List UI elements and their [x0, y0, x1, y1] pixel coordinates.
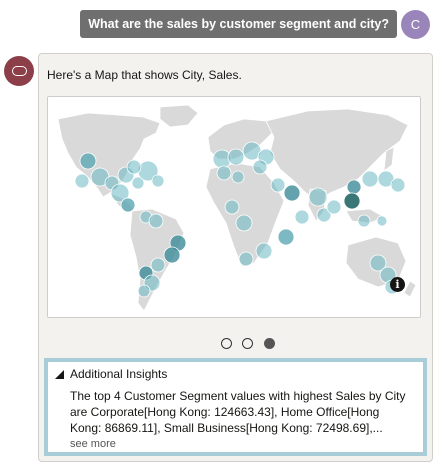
oracle-ring-icon [12, 66, 27, 76]
user-message-row: What are the sales by customer segment a… [0, 10, 438, 40]
insights-toggle[interactable]: Additional Insights [55, 367, 167, 381]
additional-insights-panel: Additional Insights The top 4 Customer S… [44, 358, 427, 456]
info-icon[interactable]: i [390, 277, 405, 292]
insights-text: The top 4 Customer Segment values with h… [70, 389, 406, 435]
user-question: What are the sales by customer segment a… [80, 10, 397, 38]
bot-avatar [4, 56, 34, 86]
world-map-svg [57, 104, 417, 312]
collapse-triangle-icon [55, 370, 64, 379]
carousel-dot-3[interactable] [263, 338, 275, 349]
carousel-dot-2[interactable] [242, 338, 254, 349]
bot-response-card: Here's a Map that shows City, Sales. i A… [38, 53, 433, 462]
see-more-link[interactable]: see more [70, 438, 116, 450]
bubble-map[interactable]: i [47, 96, 421, 318]
carousel-dot-1[interactable] [221, 338, 232, 349]
insights-header: Additional Insights [70, 367, 168, 381]
carousel-pager [221, 336, 281, 350]
user-avatar: C [401, 10, 430, 39]
response-intro: Here's a Map that shows City, Sales. [47, 68, 242, 82]
